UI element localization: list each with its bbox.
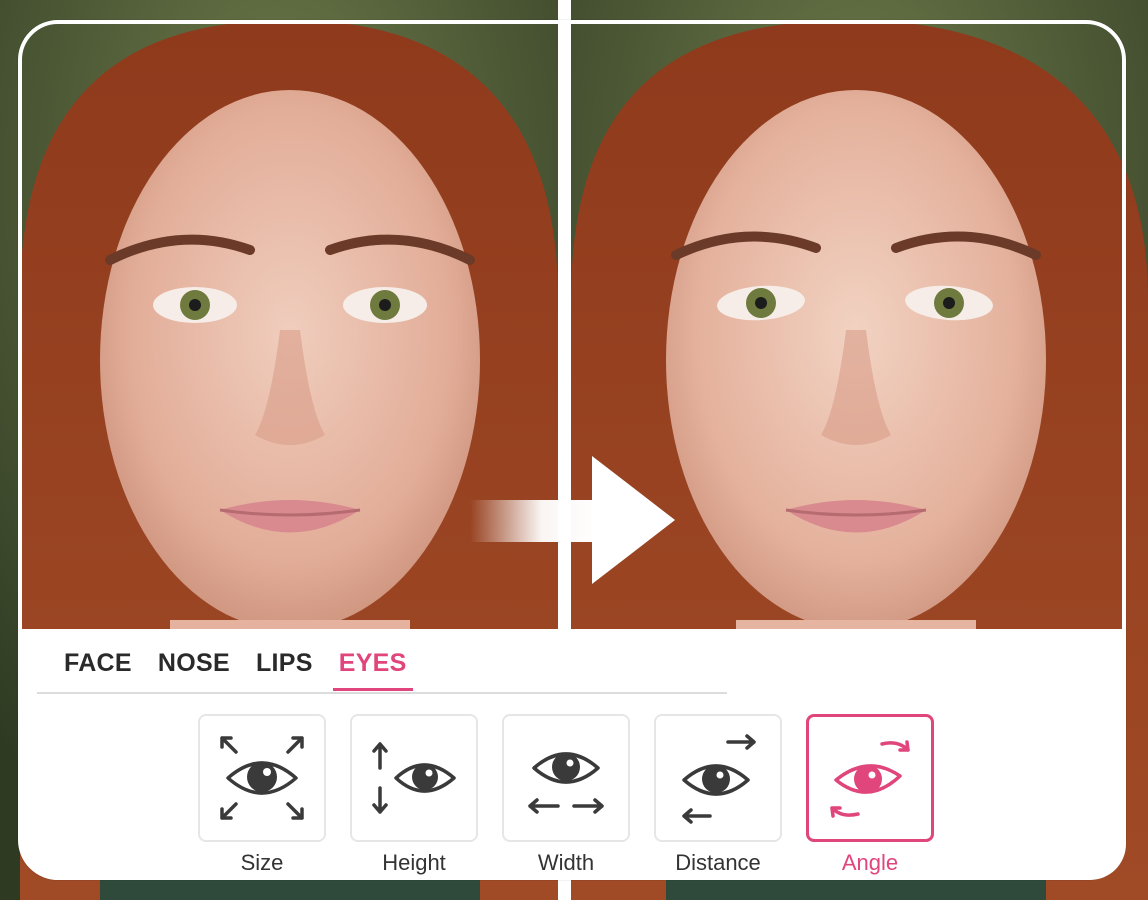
edit-panel: FACE NOSE LIPS EYES Size Height Width Di… <box>22 629 1126 880</box>
tool-distance-label: Distance <box>675 850 761 875</box>
tool-height[interactable]: Height <box>350 714 478 876</box>
tabs-divider <box>37 692 727 694</box>
eye-tool-list: Size Height Width Distance Angle <box>198 714 934 876</box>
tool-width[interactable]: Width <box>502 714 630 876</box>
feature-tabs: FACE NOSE LIPS EYES <box>64 645 426 691</box>
eye-size-icon <box>220 736 304 820</box>
arrow-right-icon <box>470 456 675 584</box>
tool-angle[interactable]: Angle <box>806 714 934 876</box>
eye-distance-icon <box>682 734 756 824</box>
tab-nose[interactable]: NOSE <box>158 645 243 691</box>
tool-size[interactable]: Size <box>198 714 326 876</box>
tool-width-box[interactable] <box>502 714 630 842</box>
tool-angle-box[interactable] <box>806 714 934 842</box>
tool-distance-box[interactable] <box>654 714 782 842</box>
tab-face[interactable]: FACE <box>64 645 145 691</box>
tool-height-box[interactable] <box>350 714 478 842</box>
tool-distance[interactable]: Distance <box>654 714 782 876</box>
eye-height-icon <box>372 742 456 814</box>
tool-height-label: Height <box>382 850 446 875</box>
eye-width-icon <box>528 752 604 814</box>
tab-eyes[interactable]: EYES <box>332 645 413 691</box>
tool-angle-label: Angle <box>841 850 899 875</box>
tool-size-box[interactable] <box>198 714 326 842</box>
tab-lips[interactable]: LIPS <box>256 645 326 691</box>
eye-angle-icon <box>830 740 910 818</box>
tool-size-label: Size <box>240 850 284 875</box>
tool-width-label: Width <box>537 850 595 875</box>
